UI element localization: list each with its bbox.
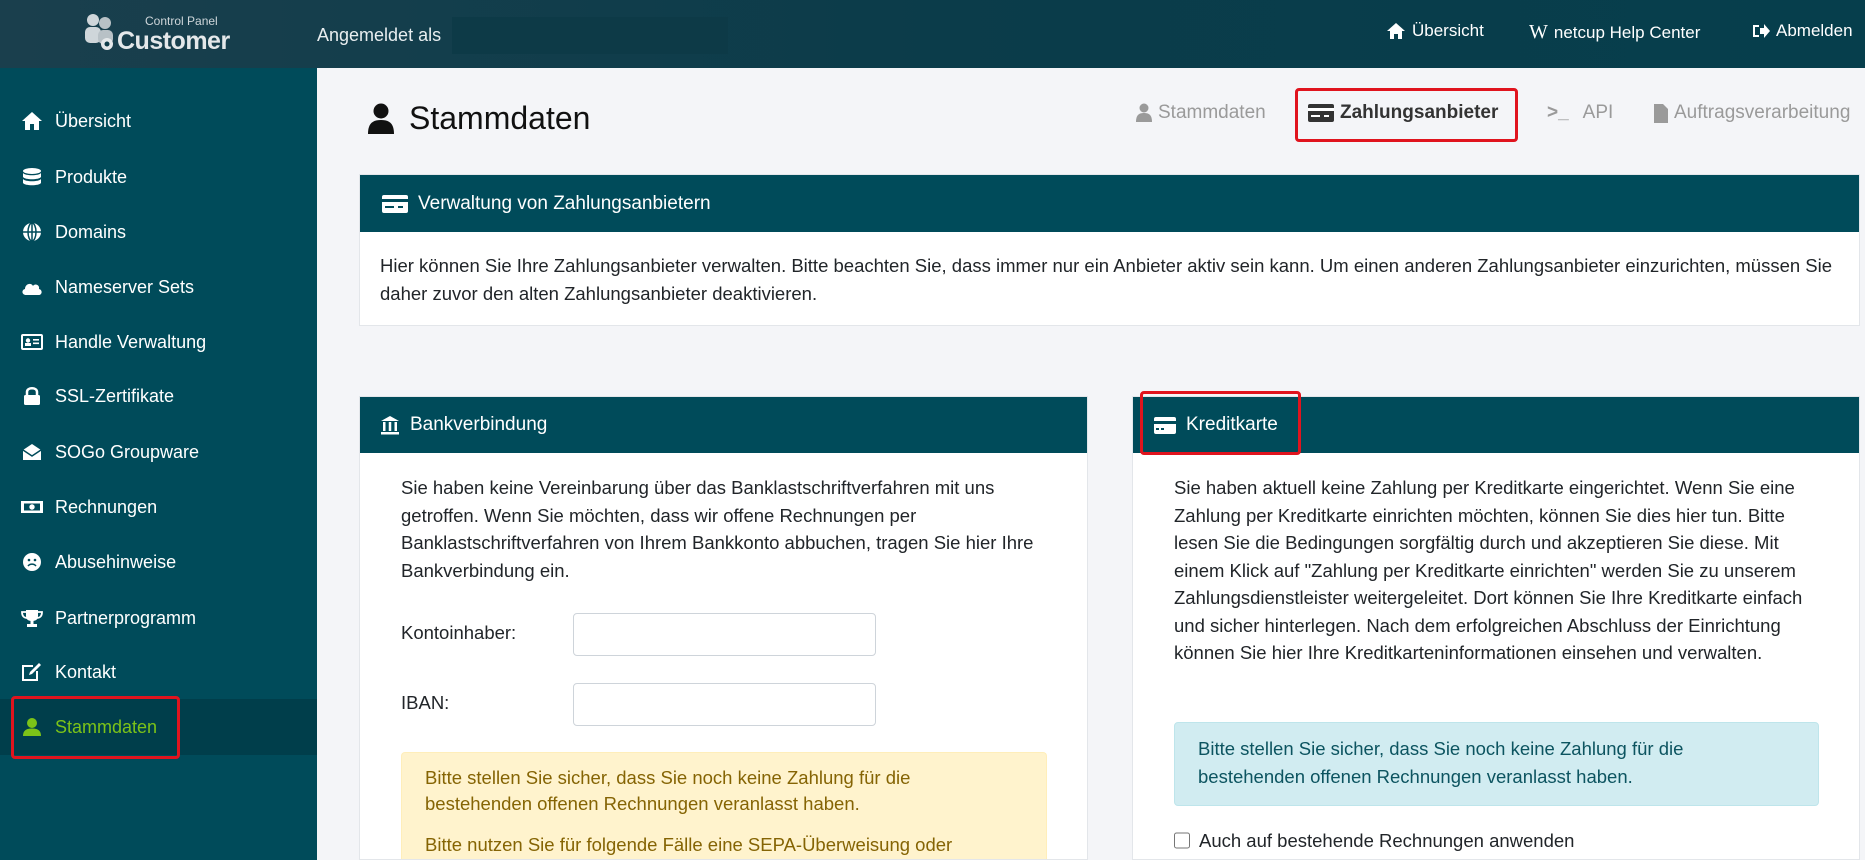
apply-existing-invoices-option[interactable]: Auch auf bestehende Rechnungen anwenden — [1174, 827, 1574, 855]
sidebar-item-label: SOGo Groupware — [55, 441, 200, 462]
tab-api[interactable]: >_ API — [1547, 102, 1613, 124]
sidebar-item-sogo-groupware[interactable]: SOGo Groupware — [0, 426, 317, 478]
sidebar-item-label: Domains — [55, 221, 127, 242]
bank-icon — [381, 416, 399, 435]
envelope-open-icon — [22, 444, 42, 460]
panel-description: Hier können Sie Ihre Zahlungsanbieter ve… — [380, 255, 1833, 304]
header-link-help-center[interactable]: W netcup Help Center — [1529, 21, 1700, 44]
sidebar-item-label: Produkte — [55, 166, 128, 187]
logout-icon — [1753, 24, 1770, 38]
panel-header: Bankverbindung — [360, 397, 1087, 453]
info-alert: Bitte stellen Sie sicher, dass Sie noch … — [1174, 722, 1819, 806]
panel-header: Verwaltung von Zahlungsanbietern — [360, 175, 1859, 232]
sidebar-item-label: SSL-Zertifikate — [55, 385, 175, 406]
credit-card-panel: Kreditkarte Sie haben aktuell keine Zahl… — [1132, 396, 1860, 860]
home-icon — [22, 112, 42, 130]
bank-description: Sie haben keine Vereinbarung über das Ba… — [401, 477, 1034, 581]
apply-existing-invoices-checkbox[interactable] — [1174, 832, 1190, 850]
customer-control-panel-logo[interactable]: Control Panel Customer — [83, 10, 243, 58]
edit-icon — [22, 663, 41, 681]
users-gear-logo-icon — [85, 14, 113, 50]
sidebar-item-label: Übersicht — [55, 110, 132, 131]
highlight-box — [1295, 88, 1518, 142]
account-holder-label: Kontoinhaber: — [401, 622, 517, 643]
sidebar-item-label: Nameserver Sets — [55, 276, 195, 297]
account-holder-input[interactable] — [573, 613, 876, 656]
money-icon — [21, 501, 43, 513]
sidebar-item-handle-verwaltung[interactable]: Handle Verwaltung — [0, 316, 317, 368]
sidebar-item-nameserver-sets[interactable]: Nameserver Sets — [0, 261, 317, 313]
database-icon — [23, 168, 41, 186]
payment-providers-panel: Verwaltung von Zahlungsanbietern Hier kö… — [359, 174, 1860, 326]
logged-in-label: Angemeldet als — [317, 25, 442, 45]
sidebar-item-ssl-zertifikate[interactable]: SSL-Zertifikate — [0, 370, 317, 422]
cloud-icon — [22, 283, 42, 295]
lock-icon — [24, 387, 40, 405]
terminal-icon: >_ — [1547, 102, 1569, 123]
sidebar-item-abusehinweise[interactable]: Abusehinweise — [0, 536, 317, 588]
sidebar-item-domains[interactable]: Domains — [0, 206, 317, 258]
home-icon — [1387, 23, 1405, 39]
page-title: Stammdaten — [367, 100, 590, 137]
tab-auftragsverarbeitung[interactable]: Auftragsverarbeitung — [1654, 102, 1850, 124]
username-masked — [452, 17, 728, 54]
trophy-icon — [21, 610, 43, 627]
user-icon — [368, 103, 394, 134]
sidebar-item-label: Handle Verwaltung — [55, 331, 207, 352]
header-link-logout[interactable]: Abmelden — [1752, 21, 1853, 41]
id-card-icon — [21, 334, 43, 350]
user-icon — [1136, 103, 1152, 122]
sidebar-item--bersicht[interactable]: Übersicht — [0, 95, 317, 147]
iban-label: IBAN: — [401, 692, 450, 713]
sidebar-item-label: Partnerprogramm — [55, 607, 197, 628]
sidebar-item-rechnungen[interactable]: Rechnungen — [0, 481, 317, 533]
credit-card-icon — [382, 194, 408, 213]
top-header: Control Panel Customer Angemeldet als Üb… — [0, 0, 1865, 68]
sidebar-item-kontakt[interactable]: Kontakt — [0, 646, 317, 698]
tab-stammdaten[interactable]: Stammdaten — [1136, 102, 1266, 124]
highlight-box — [11, 696, 180, 759]
bank-account-panel: Bankverbindung Sie haben keine Vereinbar… — [359, 396, 1088, 860]
sidebar-item-label: Kontakt — [55, 661, 117, 682]
sidebar-item-label: Abusehinweise — [55, 551, 177, 572]
sidebar-item-label: Rechnungen — [55, 496, 158, 517]
highlight-box — [1140, 391, 1301, 455]
header-link-overview[interactable]: Übersicht — [1386, 21, 1484, 41]
warning-alert: Bitte stellen Sie sicher, dass Sie noch … — [401, 752, 1047, 859]
wiki-icon: W — [1529, 21, 1548, 43]
file-icon — [1654, 103, 1668, 123]
sidebar-item-partnerprogramm[interactable]: Partnerprogramm — [0, 592, 317, 644]
iban-input[interactable] — [573, 683, 876, 726]
sidebar-item-produkte[interactable]: Produkte — [0, 151, 317, 203]
globe-icon — [23, 222, 41, 242]
frown-icon — [23, 553, 41, 571]
credit-card-description: Sie haben aktuell keine Zahlung per Kred… — [1174, 477, 1803, 663]
